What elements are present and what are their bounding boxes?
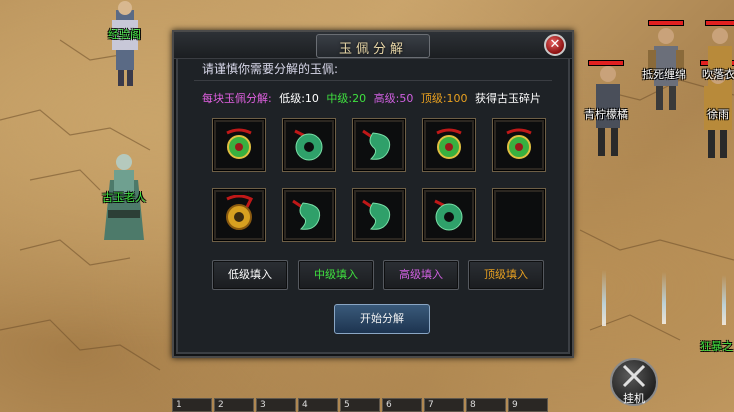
green-jade-pendant-icon <box>506 128 532 159</box>
dialog-titlebar[interactable]: 玉佩分解 ✕ <box>174 32 572 59</box>
light-beam <box>722 275 726 325</box>
hotkey-slot[interactable]: 8 <box>466 398 506 412</box>
hotkey-slot[interactable]: 2 <box>214 398 254 412</box>
crossed-swords-icon <box>622 364 646 388</box>
hotkey-slot[interactable]: 7 <box>424 398 464 412</box>
dialog-title: 玉佩分解 <box>338 42 407 57</box>
jade-slot-empty[interactable] <box>492 188 546 242</box>
jade-dragon-icon <box>292 199 321 230</box>
jade-slot[interactable] <box>352 188 406 242</box>
fill-high-button[interactable]: 高级填入 <box>383 260 459 290</box>
jade-ring-icon <box>294 129 323 161</box>
player-name: 徐雨 <box>707 108 729 121</box>
jade-slot[interactable] <box>352 118 406 172</box>
jade-slot[interactable] <box>422 188 476 242</box>
jade-slot[interactable] <box>212 118 266 172</box>
npc-name: 经验阁 <box>108 28 141 41</box>
rate-mid: 中级:20 <box>326 92 367 105</box>
start-decompose-button[interactable]: 开始分解 <box>334 304 430 334</box>
player-name: 吹落衣 <box>702 68 734 81</box>
player-name: 抵死缠绵 <box>642 68 686 81</box>
npc-figure[interactable] <box>102 0 148 93</box>
close-button[interactable]: ✕ <box>544 34 566 56</box>
decompose-rates: 每块玉佩分解: 低级:10 中级:20 高级:50 顶级:100 获得古玉碎片 <box>202 90 545 106</box>
rate-high: 高级:50 <box>373 92 414 105</box>
divider <box>194 80 552 81</box>
title-plate: 玉佩分解 <box>316 34 430 58</box>
hotkey-slot[interactable]: 4 <box>298 398 338 412</box>
instruction-text: 请谨慎你需要分解的玉佩: <box>202 62 339 76</box>
light-beam <box>662 272 666 324</box>
jade-slot[interactable] <box>282 118 336 172</box>
green-jade-pendant-icon <box>436 128 462 159</box>
light-beam <box>602 270 606 326</box>
rate-low: 低级:10 <box>279 92 319 105</box>
jade-slot[interactable] <box>492 118 546 172</box>
jade-decompose-dialog: 玉佩分解 ✕ 请谨慎你需要分解的玉佩: 每块玉佩分解: 低级:10 中级:20 … <box>172 30 574 358</box>
auto-battle-label: 挂机 <box>623 392 645 405</box>
hotkey-slot[interactable]: 9 <box>508 398 548 412</box>
fill-mid-button[interactable]: 中级填入 <box>298 260 374 290</box>
hotkey-slot[interactable]: 6 <box>382 398 422 412</box>
hotkey-slot[interactable]: 5 <box>340 398 380 412</box>
jade-dragon-icon <box>362 199 391 230</box>
npc-name: 狂暴之 <box>700 340 733 353</box>
player-name: 青柠檬橘 <box>584 108 628 121</box>
jade-slot[interactable] <box>212 188 266 242</box>
rate-label: 每块玉佩分解: <box>202 92 272 105</box>
auto-battle-button[interactable]: 挂机 <box>610 358 658 406</box>
jade-dragon-icon <box>362 129 391 160</box>
jade-slot[interactable] <box>282 188 336 242</box>
npc-sprite <box>112 1 138 86</box>
jade-ring-icon <box>434 199 463 231</box>
green-jade-pendant-icon <box>226 128 252 159</box>
jade-slot[interactable] <box>422 118 476 172</box>
rate-top: 顶级:100 <box>420 92 468 105</box>
fill-low-button[interactable]: 低级填入 <box>212 260 288 290</box>
hotkey-slot[interactable]: 3 <box>256 398 296 412</box>
hotkey-slot[interactable]: 1 <box>172 398 212 412</box>
fill-top-button[interactable]: 顶级填入 <box>468 260 544 290</box>
npc-name: 古玉老人 <box>102 191 146 204</box>
rate-result: 获得古玉碎片 <box>475 92 542 105</box>
gold-jade-pendant-icon <box>226 195 254 230</box>
